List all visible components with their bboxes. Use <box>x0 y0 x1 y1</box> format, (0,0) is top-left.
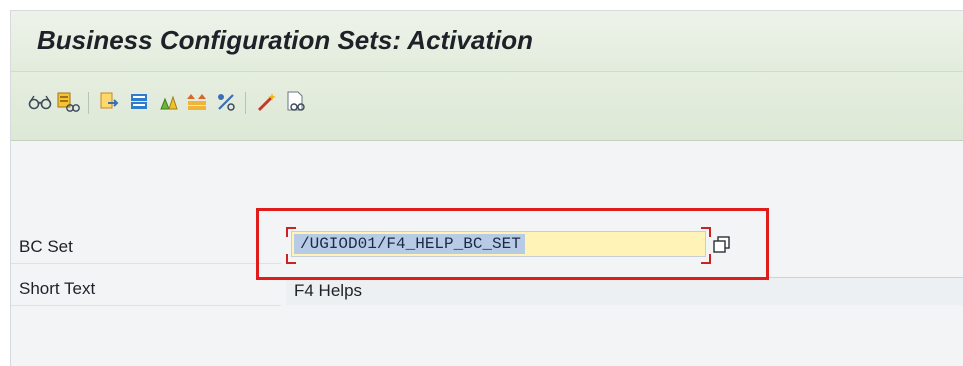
short-text-label: Short Text <box>19 279 96 298</box>
activate-icon[interactable] <box>155 89 181 115</box>
app-frame: Business Configuration Sets: Activation <box>10 10 963 366</box>
wizard-icon[interactable] <box>254 89 280 115</box>
bc-set-label: BC Set <box>19 237 73 256</box>
display-glasses-icon[interactable] <box>27 89 53 115</box>
application-toolbar <box>11 72 963 141</box>
bookmark-icon[interactable] <box>126 89 152 115</box>
annotation-highlight-box <box>256 208 769 280</box>
list-icon[interactable] <box>184 89 210 115</box>
title-bar: Business Configuration Sets: Activation <box>11 11 963 72</box>
transfer-icon[interactable] <box>97 89 123 115</box>
selection-screen: BC Set /UGIOD01/F4_HELP_BC_SET Short Tex… <box>11 141 963 366</box>
percent-icon[interactable] <box>213 89 239 115</box>
display-details-icon[interactable] <box>55 89 81 115</box>
document-display-icon[interactable] <box>283 89 309 115</box>
page-title: Business Configuration Sets: Activation <box>37 25 533 55</box>
short-text-field: F4 Helps <box>286 277 963 305</box>
